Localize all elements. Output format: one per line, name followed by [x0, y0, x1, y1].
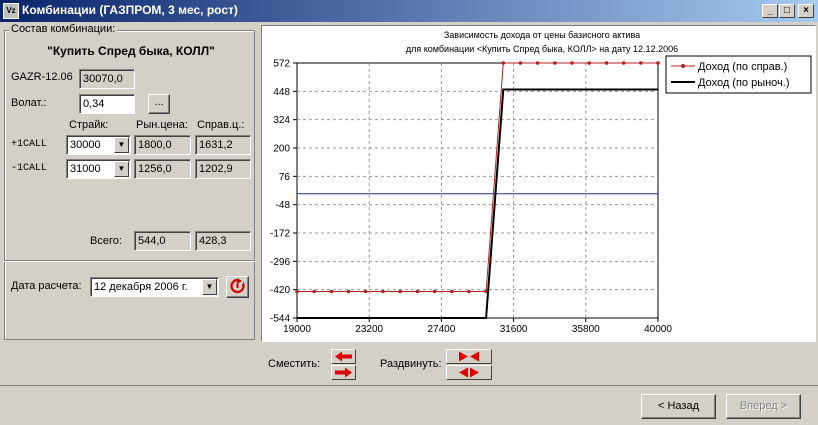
- data-point-fair: [621, 61, 626, 65]
- legend-marker-fair: [681, 64, 685, 68]
- combination-name: "Купить Спред быка, КОЛЛ": [47, 44, 215, 58]
- shift-label: Сместить:: [268, 358, 321, 370]
- y-tick-label: 200: [273, 144, 290, 155]
- data-point-fair: [381, 289, 385, 294]
- y-tick-label: 324: [273, 115, 290, 126]
- x-tick-label: 35800: [572, 324, 600, 335]
- data-point-fair: [312, 289, 316, 294]
- arrow-left-icon: [335, 351, 352, 362]
- maximize-button[interactable]: □: [779, 4, 795, 18]
- data-point-fair: [501, 61, 506, 65]
- data-point-fair: [295, 289, 299, 294]
- leg-1-market-price: 1800,0: [134, 135, 191, 155]
- spread-label: Раздвинуть:: [380, 358, 442, 370]
- chart-title: Зависимость дохода от цены базисного акт…: [444, 30, 640, 40]
- x-tick-label: 27400: [427, 324, 455, 335]
- chart-legend: Доход (по справ.) Доход (по рыноч.): [665, 55, 812, 94]
- data-point-fair: [604, 61, 609, 65]
- y-tick-label: -172: [270, 229, 290, 240]
- leg-1-strike-dropdown[interactable]: 30000 ▼: [66, 135, 131, 155]
- data-point-fair: [449, 289, 454, 294]
- x-tick-label: 40000: [644, 324, 672, 335]
- back-button[interactable]: < Назад: [641, 394, 716, 419]
- data-point-fair: [518, 61, 523, 65]
- leg-2-strike-dropdown[interactable]: 31000 ▼: [66, 159, 131, 179]
- asset-label: GAZR-12.06: [11, 71, 73, 83]
- date-label: Дата расчета:: [11, 280, 82, 292]
- app-icon: Vz: [3, 3, 19, 19]
- leg-1-strike-value: 30000: [70, 139, 101, 151]
- group-title: Состав комбинации:: [9, 23, 118, 35]
- narrow-button[interactable]: [446, 349, 492, 364]
- date-value: 12 декабря 2006 г.: [94, 281, 188, 293]
- y-tick-label: -296: [270, 257, 290, 268]
- arrows-outward-icon: [459, 367, 479, 378]
- market-price-header: Рын.цена:: [136, 119, 188, 131]
- plot-area: [296, 62, 659, 319]
- strike-header: Страйк:: [69, 119, 109, 131]
- close-button[interactable]: ×: [798, 4, 814, 18]
- data-point-fair: [432, 289, 437, 294]
- divider: [4, 260, 255, 262]
- data-point-fair: [587, 61, 592, 65]
- y-tick-label: -420: [270, 285, 290, 296]
- shift-left-button[interactable]: [331, 349, 356, 364]
- data-point-fair: [415, 289, 420, 294]
- total-fair-field: 428,3: [195, 231, 251, 251]
- y-tick-label: 76: [279, 172, 291, 183]
- chevron-down-icon[interactable]: ▼: [202, 279, 217, 295]
- leg-1-fair-price: 1631,2: [195, 135, 251, 155]
- data-point-fair: [553, 61, 557, 65]
- total-label: Всего:: [90, 235, 122, 247]
- data-point-fair: [329, 289, 334, 294]
- leg-2-strike-value: 31000: [70, 163, 101, 175]
- next-button[interactable]: Вперед >: [726, 394, 801, 419]
- volat-input[interactable]: 0,34: [79, 94, 135, 114]
- legend-label-market: Доход (по рыноч.): [698, 77, 790, 89]
- arrow-right-icon: [335, 367, 352, 378]
- data-point-fair: [656, 61, 660, 65]
- y-tick-label: 572: [273, 59, 290, 70]
- total-market-field: 544,0: [134, 231, 191, 251]
- legend-label-fair: Доход (по справ.): [698, 61, 787, 73]
- income-chart: Зависимость дохода от цены базисного акт…: [270, 30, 812, 335]
- data-point-fair: [398, 289, 402, 294]
- minimize-button[interactable]: _: [762, 4, 778, 18]
- data-point-fair: [346, 289, 351, 294]
- data-point-fair: [467, 289, 471, 294]
- window-title: Комбинации (ГАЗПРОМ, 3 мес, рост): [22, 3, 238, 17]
- y-tick-label: -544: [270, 314, 290, 325]
- arrows-inward-icon: [459, 351, 479, 362]
- leg-1-label: +1CALL: [11, 139, 48, 150]
- data-point-fair: [363, 289, 368, 294]
- fair-price-header: Справ.ц.:: [197, 119, 245, 131]
- y-tick-label: 448: [273, 87, 290, 98]
- chevron-down-icon[interactable]: ▼: [114, 137, 129, 153]
- asset-price-field: 30070,0: [79, 69, 135, 89]
- title-bar: Vz Комбинации (ГАЗПРОМ, 3 мес, рост) _ □…: [0, 0, 818, 22]
- x-tick-label: 23200: [355, 324, 383, 335]
- volat-button[interactable]: ...: [148, 94, 170, 114]
- data-point-fair: [639, 61, 643, 65]
- chart-panel: Зависимость дохода от цены базисного акт…: [261, 25, 816, 342]
- leg-2-market-price: 1256,0: [134, 159, 191, 179]
- chart-subtitle: для комбинации <Купить Спред быка, КОЛЛ>…: [406, 44, 678, 54]
- chevron-down-icon[interactable]: ▼: [114, 161, 129, 177]
- data-point-fair: [570, 61, 574, 65]
- y-tick-label: -48: [276, 200, 291, 211]
- date-picker[interactable]: 12 декабря 2006 г. ▼: [90, 277, 219, 297]
- x-tick-label: 31600: [500, 324, 528, 335]
- refresh-icon: [230, 278, 245, 294]
- widen-button[interactable]: [446, 365, 492, 380]
- refresh-button[interactable]: [226, 276, 249, 298]
- shift-right-button[interactable]: [331, 365, 356, 380]
- leg-2-fair-price: 1202,9: [195, 159, 251, 179]
- x-tick-label: 19000: [283, 324, 311, 335]
- data-point-fair: [535, 61, 540, 65]
- volat-label: Волат.:: [11, 97, 47, 109]
- leg-2-label: -1CALL: [11, 163, 48, 174]
